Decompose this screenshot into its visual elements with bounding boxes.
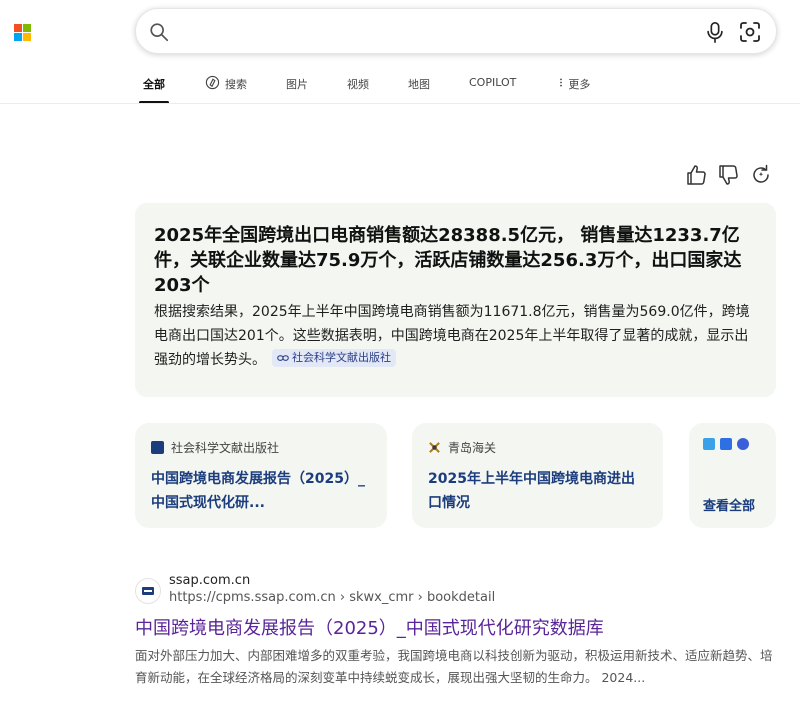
tab-images[interactable]: 图片: [286, 68, 308, 104]
search-result: ssap.com.cn https://cpms.ssap.com.cn › s…: [135, 572, 775, 689]
refresh-icon[interactable]: [749, 163, 773, 187]
more-source-icons: [703, 438, 762, 450]
logo-green-square: [23, 24, 31, 32]
source-card-title: 2025年上半年中国跨境电商进出口情况: [428, 471, 635, 511]
tab-label: 全部: [143, 78, 165, 91]
tab-label: 视频: [347, 78, 369, 91]
answer-title: 2025年全国跨境出口电商销售额达28388.5亿元， 销售量达1233.7亿件…: [154, 225, 742, 296]
source-card-title: 中国跨境电商发展报告（2025）_中国式现代化研...: [151, 471, 365, 511]
answer-feedback-down: [716, 163, 740, 187]
source-card[interactable]: 青岛海关 2025年上半年中国跨境电商进出口情况: [412, 423, 663, 528]
answer-card: 2025年全国跨境出口电商销售额达28388.5亿元， 销售量达1233.7亿件…: [135, 203, 776, 397]
source-chip-label: 社会科学文献出版社: [292, 351, 391, 364]
tab-search[interactable]: 搜索: [205, 68, 247, 104]
tab-label: 更多: [568, 78, 591, 91]
tab-label: 搜索: [225, 78, 247, 91]
tab-more[interactable]: 更多: [556, 68, 590, 104]
tab-maps[interactable]: 地图: [408, 68, 430, 104]
tab-all[interactable]: 全部: [139, 68, 169, 104]
result-source: ssap.com.cn https://cpms.ssap.com.cn › s…: [169, 572, 495, 606]
customs-emblem-icon: [429, 441, 440, 453]
result-site: ssap.com.cn: [169, 573, 251, 588]
answer-feedback: [684, 163, 708, 187]
logo-red-square: [14, 24, 22, 32]
link-icon: [277, 355, 289, 361]
source-card[interactable]: 社会科学文献出版社 中国跨境电商发展报告（2025）_中国式现代化研...: [135, 423, 387, 528]
logo-yellow-square: [23, 33, 31, 41]
search-box: [135, 8, 777, 54]
paw-favicon-icon: [737, 438, 749, 450]
source-chip[interactable]: 社会科学文献出版社: [272, 349, 396, 367]
copilot-search-icon: [205, 75, 220, 90]
tab-label: COPILOT: [469, 76, 517, 89]
result-url: https://cpms.ssap.com.cn › skwx_cmr › bo…: [169, 590, 496, 605]
tab-label: 地图: [408, 78, 430, 91]
ssap-logo-icon: [142, 587, 154, 595]
more-vertical-icon: [560, 78, 563, 87]
see-all-card[interactable]: 查看全部: [689, 423, 776, 528]
result-header[interactable]: ssap.com.cn https://cpms.ssap.com.cn › s…: [135, 572, 775, 612]
search-input[interactable]: [182, 17, 702, 45]
tab-videos[interactable]: 视频: [347, 68, 369, 104]
search-tabs: 全部 搜索 图片 视频 地图 COPILOT 更多: [139, 68, 590, 104]
site-favicon-icon: [135, 578, 161, 604]
source-publisher: 社会科学文献出版社: [171, 440, 280, 455]
tab-label: 图片: [286, 78, 308, 91]
search-icon[interactable]: [148, 21, 170, 43]
result-snippet: 面对外部压力加大、内部困难增多的双重考验，我国跨境电商以科技创新为驱动，积极运用…: [135, 648, 773, 685]
thumbs-down-icon[interactable]: [716, 163, 740, 187]
mic-icon[interactable]: [704, 20, 726, 44]
visual-search-icon[interactable]: [738, 20, 762, 44]
source-favicon-icon: [703, 438, 715, 450]
tab-copilot[interactable]: COPILOT: [469, 68, 516, 104]
source-card-header: 社会科学文献出版社: [151, 439, 371, 455]
tabs-divider: [0, 103, 800, 104]
source-publisher: 青岛海关: [448, 440, 497, 455]
answer-feedback-refresh: [749, 163, 773, 187]
result-title-link[interactable]: 中国跨境电商发展报告（2025）_中国式现代化研究数据库: [135, 618, 775, 640]
see-all-label: 查看全部: [703, 499, 756, 514]
source-card-header: 青岛海关: [428, 439, 647, 455]
thumbs-up-icon[interactable]: [684, 163, 708, 187]
answer-body: 根据搜索结果，2025年上半年中国跨境电商销售额为11671.8亿元，销售量为5…: [154, 300, 756, 372]
microsoft-logo[interactable]: [14, 24, 31, 41]
baidu-favicon-icon: [720, 438, 732, 450]
source-cards: 社会科学文献出版社 中国跨境电商发展报告（2025）_中国式现代化研... 青岛…: [135, 423, 800, 528]
answer-text: 根据搜索结果，2025年上半年中国跨境电商销售额为11671.8亿元，销售量为5…: [154, 304, 750, 368]
logo-blue-square: [14, 33, 22, 41]
publisher-favicon-icon: [151, 440, 164, 454]
